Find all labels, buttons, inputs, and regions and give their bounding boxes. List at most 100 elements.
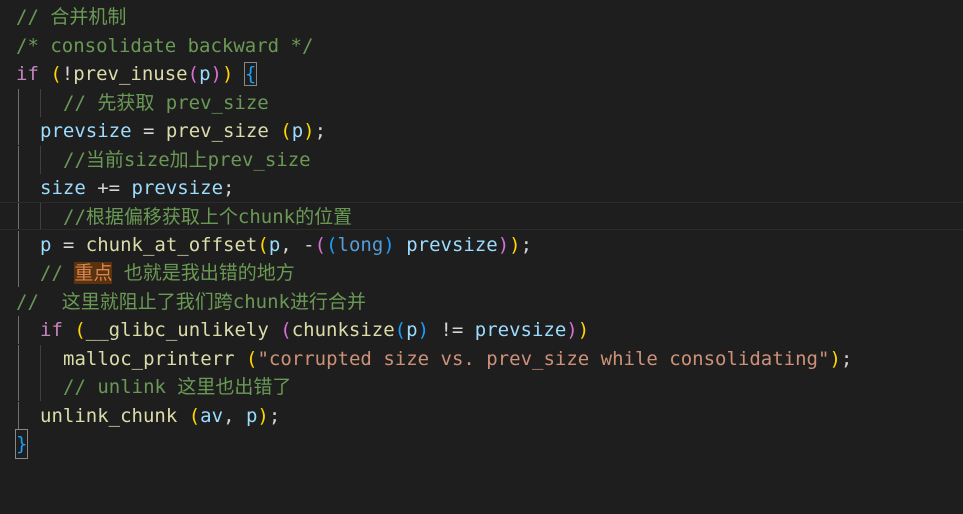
bracket: ) [221, 63, 234, 85]
if-keyword: if [16, 63, 39, 85]
matched-brace-open: { [243, 62, 258, 86]
variable: p [291, 120, 304, 142]
function-call: prev_inuse [73, 63, 188, 85]
comment: // 这里就阻止了我们跨chunk进行合并 [16, 291, 366, 313]
statement: unlink_chunk (av, p); [40, 402, 280, 430]
code-line-2: /* consolidate backward */ [0, 32, 963, 60]
indent-guide [40, 89, 41, 117]
indent-guide [40, 146, 41, 174]
indent-guide [18, 402, 19, 430]
indent-guide [18, 89, 19, 117]
code-line-11: // 这里就阻止了我们跨chunk进行合并 [0, 288, 963, 316]
bracket: ( [394, 319, 407, 341]
variable: p [199, 63, 211, 85]
indent-guide [18, 231, 19, 259]
comma: , [223, 405, 246, 427]
bracket: ) [257, 405, 269, 427]
indent-guide [18, 203, 19, 229]
function-call: chunksize [291, 319, 395, 341]
bracket: ) [509, 234, 521, 256]
code-line-13: malloc_printerr ("corrupted size vs. pre… [0, 345, 963, 373]
operator: += [85, 177, 132, 199]
indent-guide [18, 316, 19, 344]
bracket: ( [234, 348, 258, 370]
code-editor[interactable]: // 合并机制 /* consolidate backward */ if (!… [0, 0, 963, 469]
code-line-12: if (__glibc_unlikely (chunksize(p) != pr… [0, 316, 963, 344]
indent-guide [40, 373, 41, 401]
semicolon: ; [314, 120, 327, 142]
bracket: ) [210, 63, 222, 85]
code-line-4: // 先获取 prev_size [0, 89, 963, 117]
indent-guide [18, 259, 19, 287]
bracket: ) [566, 319, 578, 341]
variable: p [245, 405, 258, 427]
variable: p [268, 234, 281, 256]
bracket: ) [829, 348, 841, 370]
comment: //当前size加上prev_size [63, 149, 311, 171]
variable: prevsize [131, 177, 224, 199]
code-line-6: //当前size加上prev_size [0, 146, 963, 174]
bracket: ) [577, 319, 590, 341]
indent-guide [40, 203, 41, 229]
bracket: ( [38, 63, 62, 85]
code-line-9: p = chunk_at_offset(p, -((long) prevsize… [0, 231, 963, 259]
matched-brace-close: } [14, 429, 29, 459]
operator: != [429, 319, 475, 341]
code-line-8-current: //根据偏移获取上个chunk的位置 [0, 202, 963, 230]
variable: prevsize [474, 319, 567, 341]
comment: /* consolidate backward */ [16, 35, 314, 57]
comment-text: 也就是我出错的地方 [112, 262, 295, 284]
statement: size += prevsize; [40, 174, 235, 202]
bracket: ( [187, 63, 200, 85]
code-line-3: if (!prev_inuse(p)) { [0, 60, 963, 88]
bracket: ) [383, 234, 395, 256]
variable: av [200, 405, 224, 427]
bracket: ) [303, 120, 315, 142]
bracket: ( [177, 405, 201, 427]
function-call: __glibc_unlikely [85, 319, 269, 341]
function-call: unlink_chunk [40, 405, 178, 427]
function-call: prev_size [165, 120, 269, 142]
string-literal: "corrupted size vs. prev_size while cons… [257, 348, 830, 370]
if-statement: if (__glibc_unlikely (chunksize(p) != pr… [40, 316, 589, 344]
indent-guide [18, 373, 19, 401]
bracket: ( [268, 120, 292, 142]
comment-prefix: // [40, 262, 75, 284]
statement: malloc_printerr ("corrupted size vs. pre… [63, 345, 852, 373]
semicolon: ; [268, 405, 281, 427]
comment: // 重点 也就是我出错的地方 [40, 259, 295, 287]
variable: prevsize [406, 234, 498, 256]
if-keyword: if [40, 319, 63, 341]
semicolon: ; [840, 348, 853, 370]
code-line-7: size += prevsize; [0, 174, 963, 202]
code-line-14: // unlink 这里也出错了 [0, 373, 963, 401]
operator: = [131, 120, 166, 142]
code-line-15: unlink_chunk (av, p); [0, 402, 963, 430]
bracket: ) [417, 319, 430, 341]
semicolon: ; [520, 234, 533, 256]
operator: - [303, 234, 315, 256]
indent-guide [18, 174, 19, 202]
bracket: ) [497, 234, 510, 256]
comma: , [280, 234, 304, 256]
code-line-10: // 重点 也就是我出错的地方 [0, 259, 963, 287]
variable: p [40, 234, 52, 256]
not-operator: ! [61, 63, 74, 85]
variable: size [40, 177, 86, 199]
semicolon: ; [223, 177, 235, 199]
if-statement: if (!prev_inuse(p)) { [16, 60, 258, 88]
indent-guide [40, 345, 41, 373]
indent-guide [18, 117, 19, 145]
bracket: ( [257, 234, 269, 256]
bracket: ( [326, 234, 338, 256]
bracket: ( [314, 234, 327, 256]
bracket: ( [62, 319, 86, 341]
comment: // 合并机制 [16, 6, 127, 28]
operator: = [51, 234, 86, 256]
comment: //根据偏移获取上个chunk的位置 [63, 206, 353, 228]
indent-guide [18, 146, 19, 174]
search-highlight: 重点 [74, 262, 113, 284]
comment: // unlink 这里也出错了 [63, 376, 292, 398]
